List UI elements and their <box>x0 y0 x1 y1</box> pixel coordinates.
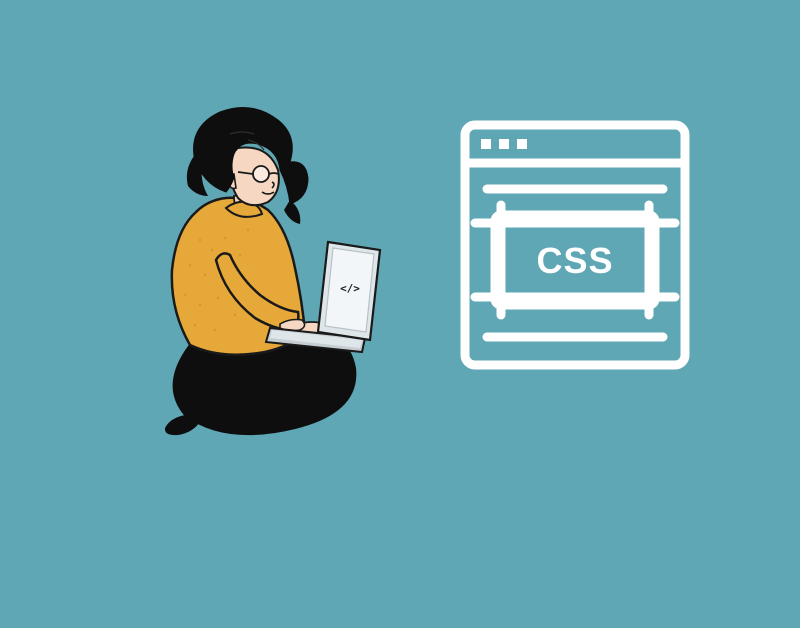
developer-illustration: </> <box>130 100 390 440</box>
illustration-scene: </> <box>0 0 800 628</box>
css-browser-icon: CSS <box>455 115 695 375</box>
code-symbol: </> <box>340 282 360 295</box>
css-text-label: CSS <box>536 240 613 281</box>
